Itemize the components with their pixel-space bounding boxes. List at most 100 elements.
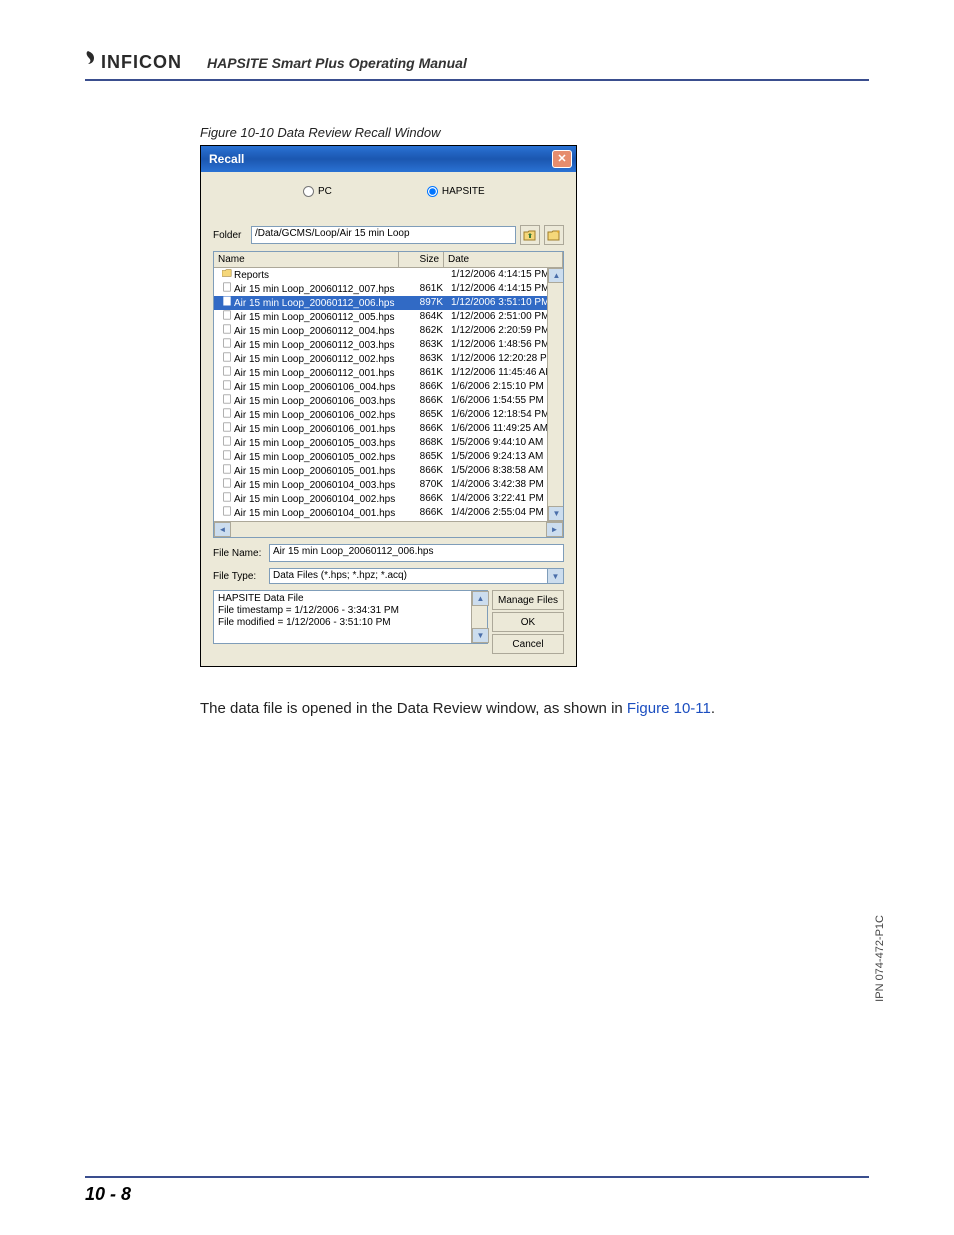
list-item[interactable]: Air 15 min Loop_20060106_004.hps866K1/6/… [214, 380, 563, 394]
file-size: 864K [407, 310, 447, 324]
info-scrollbar[interactable]: ▲ ▼ [471, 591, 487, 643]
file-name: Air 15 min Loop_20060112_004.hps [234, 325, 395, 338]
figure-caption: Figure 10-10 Data Review Recall Window [200, 125, 441, 140]
file-size: 865K [407, 408, 447, 422]
file-name-label: File Name: [213, 548, 265, 559]
list-item[interactable]: Air 15 min Loop_20060105_002.hps865K1/5/… [214, 450, 563, 464]
info-line-3: File modified = 1/12/2006 - 3:51:10 PM [218, 617, 483, 629]
file-date: 1/5/2006 9:24:13 AM [447, 450, 561, 464]
file-date: 1/12/2006 4:14:15 PM [447, 282, 561, 296]
dialog-title: Recall [209, 152, 244, 166]
file-date: 1/12/2006 3:51:10 PM [447, 296, 561, 310]
new-folder-icon[interactable] [544, 225, 564, 245]
file-icon [222, 436, 232, 450]
file-type-dropdown[interactable]: Data Files (*.hps; *.hpz; *.acq) ▼ [269, 568, 564, 584]
file-date: 1/12/2006 1:48:56 PM [447, 338, 561, 352]
scroll-right-icon[interactable]: ► [546, 522, 563, 537]
list-item[interactable]: Reports1/12/2006 4:14:15 PM [214, 268, 563, 282]
file-name-input[interactable]: Air 15 min Loop_20060112_006.hps [269, 544, 564, 562]
file-name: Air 15 min Loop_20060106_001.hps [234, 423, 395, 436]
list-item[interactable]: Air 15 min Loop_20060105_001.hps866K1/5/… [214, 464, 563, 478]
file-date: 1/5/2006 9:44:10 AM [447, 436, 561, 450]
file-name: Air 15 min Loop_20060105_003.hps [234, 437, 395, 450]
list-item[interactable]: Air 15 min Loop_20060112_003.hps863K1/12… [214, 338, 563, 352]
list-item[interactable]: Air 15 min Loop_20060104_002.hps866K1/4/… [214, 492, 563, 506]
file-name: Air 15 min Loop_20060104_003.hps [234, 479, 395, 492]
up-folder-icon[interactable] [520, 225, 540, 245]
col-date[interactable]: Date [444, 252, 563, 267]
chevron-down-icon[interactable]: ▼ [547, 568, 564, 584]
file-name: Air 15 min Loop_20060105_002.hps [234, 451, 395, 464]
radio-pc[interactable]: PC [303, 186, 332, 197]
list-item[interactable]: Air 15 min Loop_20060112_006.hps897K1/12… [214, 296, 563, 310]
scroll-down-icon[interactable]: ▼ [472, 628, 489, 643]
file-icon [222, 492, 232, 506]
file-name: Air 15 min Loop_20060112_006.hps [234, 297, 395, 310]
file-size: 863K [407, 338, 447, 352]
scroll-up-icon[interactable]: ▲ [548, 268, 563, 283]
manage-files-button[interactable]: Manage Files [492, 590, 564, 610]
file-date: 1/4/2006 2:55:04 PM [447, 506, 561, 520]
cancel-button[interactable]: Cancel [492, 634, 564, 654]
scroll-left-icon[interactable]: ◄ [214, 522, 231, 537]
radio-hapsite[interactable]: HAPSITE [427, 186, 485, 197]
folder-label: Folder [213, 230, 247, 241]
file-list-area: Name Size Date Reports1/12/2006 4:14:15 … [213, 251, 564, 538]
file-icon [222, 464, 232, 478]
page-header: INFICON HAPSITE Smart Plus Operating Man… [85, 50, 869, 81]
scroll-up-icon[interactable]: ▲ [472, 591, 489, 606]
file-size: 866K [407, 380, 447, 394]
file-size: 866K [407, 506, 447, 520]
list-item[interactable]: Air 15 min Loop_20060104_003.hps870K1/4/… [214, 478, 563, 492]
col-name[interactable]: Name [214, 252, 399, 267]
file-icon [222, 394, 232, 408]
list-item[interactable]: Air 15 min Loop_20060112_002.hps863K1/12… [214, 352, 563, 366]
list-item[interactable]: Air 15 min Loop_20060112_001.hps861K1/12… [214, 366, 563, 380]
figure-link[interactable]: Figure 10-11 [627, 700, 711, 717]
file-type-label: File Type: [213, 571, 265, 582]
file-rows[interactable]: Reports1/12/2006 4:14:15 PMAir 15 min Lo… [214, 268, 563, 521]
info-line-1: HAPSITE Data File [218, 593, 483, 605]
col-size[interactable]: Size [399, 252, 444, 267]
file-date: 1/6/2006 1:54:55 PM [447, 394, 561, 408]
file-date: 1/12/2006 4:14:15 PM [447, 268, 561, 282]
file-size: 861K [407, 282, 447, 296]
ok-button[interactable]: OK [492, 612, 564, 632]
scroll-down-icon[interactable]: ▼ [548, 506, 563, 521]
close-icon[interactable]: ✕ [552, 150, 572, 168]
list-item[interactable]: Air 15 min Loop_20060106_003.hps866K1/6/… [214, 394, 563, 408]
file-size [407, 268, 447, 282]
file-icon [222, 352, 232, 366]
brand-name: INFICON [101, 52, 182, 73]
file-date: 1/12/2006 2:20:59 PM [447, 324, 561, 338]
horizontal-scrollbar[interactable]: ◄ ► [214, 521, 563, 537]
list-item[interactable]: Air 15 min Loop_20060104_001.hps 866K1/4/… [214, 506, 563, 520]
file-name: Air 15 min Loop_20060104_001.hps [234, 507, 395, 520]
file-name: Air 15 min Loop_20060106_002.hps [234, 409, 395, 422]
file-icon [222, 506, 232, 520]
file-date: 1/6/2006 2:15:10 PM [447, 380, 561, 394]
list-item[interactable]: Air 15 min Loop_20060105_003.hps868K1/5/… [214, 436, 563, 450]
file-date: 1/4/2006 3:42:38 PM [447, 478, 561, 492]
file-info-box: HAPSITE Data File File timestamp = 1/12/… [213, 590, 488, 644]
file-icon [222, 478, 232, 492]
list-header[interactable]: Name Size Date [214, 252, 563, 268]
file-icon [222, 422, 232, 436]
file-date: 1/6/2006 12:18:54 PM [447, 408, 561, 422]
list-item[interactable]: Air 15 min Loop_20060112_005.hps864K1/12… [214, 310, 563, 324]
file-size: 866K [407, 422, 447, 436]
file-icon [222, 338, 232, 352]
file-icon [222, 296, 232, 310]
dialog-titlebar[interactable]: Recall ✕ [201, 146, 576, 172]
file-date: 1/12/2006 12:20:28 PM [447, 352, 561, 366]
brand-logo: INFICON [85, 50, 182, 73]
file-icon [222, 324, 232, 338]
list-item[interactable]: Air 15 min Loop_20060106_002.hps 865K1/6/… [214, 408, 563, 422]
list-item[interactable]: Air 15 min Loop_20060112_007.hps861K1/12… [214, 282, 563, 296]
folder-input[interactable]: /Data/GCMS/Loop/Air 15 min Loop [251, 226, 516, 244]
list-item[interactable]: Air 15 min Loop_20060106_001.hps866K1/6/… [214, 422, 563, 436]
vertical-scrollbar[interactable]: ▲ ▼ [547, 268, 563, 521]
source-radio-group: PC HAPSITE [213, 180, 564, 207]
ipn-number: IPN 074-472-P1C [874, 915, 886, 1002]
list-item[interactable]: Air 15 min Loop_20060112_004.hps862K1/12… [214, 324, 563, 338]
